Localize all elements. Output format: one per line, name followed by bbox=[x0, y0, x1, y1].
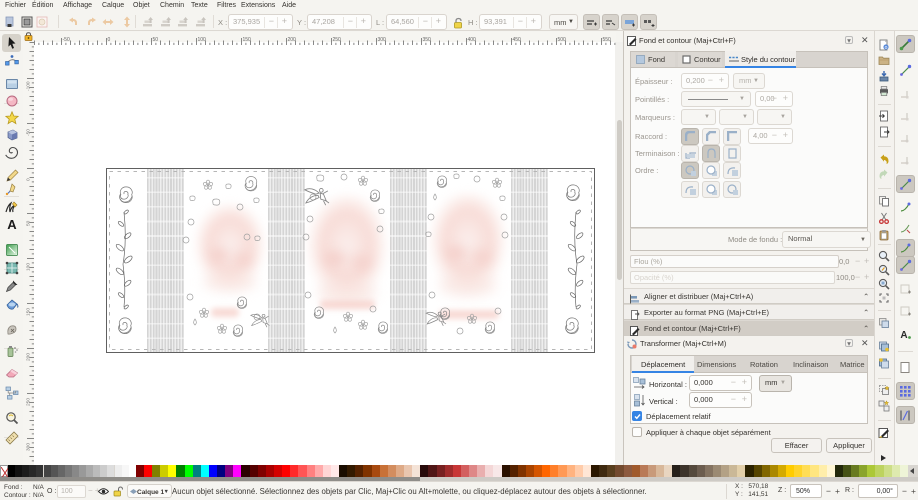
svg-text:150: 150 bbox=[26, 308, 32, 316]
svg-text:500: 500 bbox=[558, 37, 567, 43]
svg-text:0: 0 bbox=[108, 37, 111, 43]
svg-text:350: 350 bbox=[423, 37, 432, 43]
svg-text:-50: -50 bbox=[63, 37, 70, 43]
svg-text:A: A bbox=[900, 330, 907, 341]
svg-text:A: A bbox=[7, 217, 17, 231]
svg-text:550: 550 bbox=[603, 37, 612, 43]
svg-text:-100: -100 bbox=[26, 81, 32, 91]
svg-text:150: 150 bbox=[243, 37, 252, 43]
svg-text:250: 250 bbox=[26, 398, 32, 406]
svg-text:300: 300 bbox=[378, 37, 387, 43]
svg-text:50: 50 bbox=[153, 37, 159, 43]
svg-text:100: 100 bbox=[26, 263, 32, 271]
svg-text:450: 450 bbox=[513, 37, 522, 43]
svg-text:200: 200 bbox=[288, 37, 297, 43]
svg-text:100: 100 bbox=[198, 37, 207, 43]
svg-text:400: 400 bbox=[468, 37, 477, 43]
svg-text:300: 300 bbox=[26, 443, 32, 451]
svg-text:200: 200 bbox=[26, 353, 32, 361]
svg-text:o: o bbox=[885, 45, 888, 51]
svg-text:0: 0 bbox=[26, 178, 32, 181]
svg-text:-50: -50 bbox=[26, 129, 32, 136]
svg-text:250: 250 bbox=[333, 37, 342, 43]
svg-text:50: 50 bbox=[26, 220, 32, 226]
